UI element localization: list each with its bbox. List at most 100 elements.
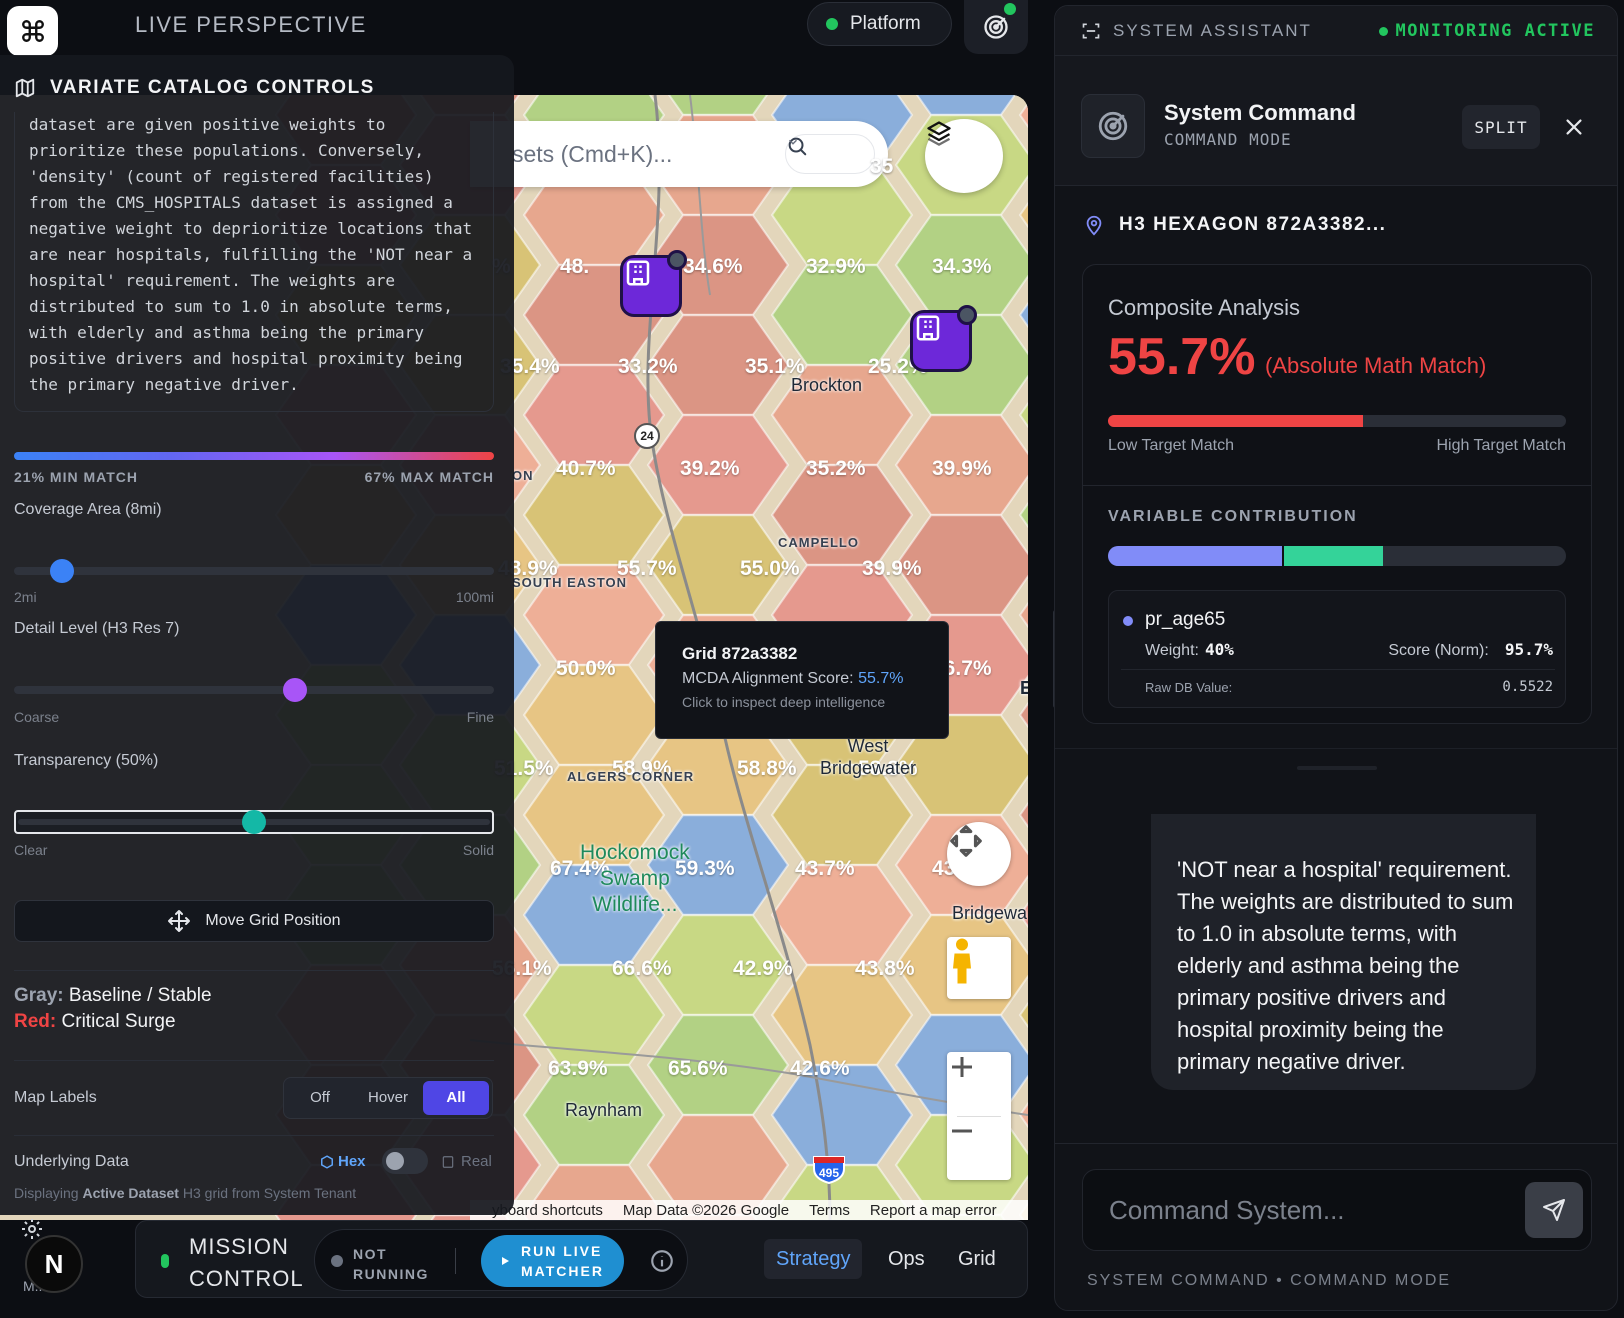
run-status-text: NOT RUNNING: [353, 1246, 429, 1282]
drag-handle[interactable]: [1297, 766, 1377, 770]
run-live-matcher-button[interactable]: RUN LIVE MATCHER: [481, 1235, 624, 1287]
building-icon: [916, 315, 940, 341]
detail-slider-thumb[interactable]: [283, 678, 308, 702]
hex-score-label: 63.9%: [548, 1057, 608, 1080]
high-target-label: High Target Match: [1436, 437, 1566, 454]
rationale-text[interactable]: dataset are given positive weights to pr…: [14, 112, 494, 412]
legend-gray: Gray: Baseline / Stable: [14, 985, 212, 1006]
street-view-pegman[interactable]: [947, 937, 1011, 999]
page-title: LIVE PERSPECTIVE: [135, 12, 367, 37]
minus-icon: [952, 1129, 972, 1133]
info-button[interactable]: [649, 1248, 675, 1279]
hex-score-label: 43.8%: [855, 957, 915, 980]
map-labels-hover[interactable]: Hover: [355, 1081, 421, 1115]
avatar[interactable]: N: [25, 1235, 83, 1293]
zoom-controls: [947, 1052, 1011, 1180]
command-card: System Command COMMAND MODE SPLIT: [1055, 56, 1617, 186]
radar-icon: [984, 15, 1008, 39]
map-labels-toggle: Off Hover All: [283, 1077, 493, 1119]
hexagon-id: H3 HEXAGON 872A3382...: [1119, 214, 1387, 235]
scan-icon: [1082, 23, 1100, 39]
platform-button[interactable]: Platform: [807, 2, 952, 46]
coverage-slider-thumb[interactable]: [50, 559, 75, 583]
place-west-bridgewater: West Bridgewater: [820, 736, 917, 778]
place-raynham: Raynham: [565, 1100, 643, 1120]
hex-score-label: 33.2%: [618, 355, 678, 378]
run-status-dot: [331, 1255, 343, 1267]
composite-subtitle: (Absolute Math Match): [1265, 353, 1487, 378]
hex-score-label: 50.0%: [556, 657, 616, 680]
composite-title: Composite Analysis: [1108, 295, 1300, 320]
panel-title: VARIATE CATALOG CONTROLS: [50, 77, 375, 98]
route-24-shield: 24: [634, 423, 660, 449]
radar-icon: [1098, 111, 1128, 141]
zoom-out-button[interactable]: [947, 1116, 1011, 1180]
matcher-controls: NOT RUNNING RUN LIVE MATCHER: [314, 1229, 688, 1291]
variate-catalog-panel: VARIATE CATALOG CONTROLS dataset are giv…: [0, 55, 514, 1215]
underlying-data-label: Underlying Data: [14, 1153, 129, 1170]
detail-max: Fine: [466, 709, 494, 725]
send-button[interactable]: [1525, 1182, 1583, 1238]
pegman-icon: [953, 938, 971, 984]
map-labels-label: Map Labels: [14, 1089, 97, 1106]
report-error-link[interactable]: Report a map error: [870, 1202, 997, 1219]
map-search-bar[interactable]: sets (Cmd+K)...: [470, 121, 888, 187]
assistant-header: SYSTEM ASSISTANT MONITORING ACTIVE: [1055, 6, 1617, 56]
map-labels-off[interactable]: Off: [287, 1081, 353, 1115]
command-input-box: [1082, 1169, 1592, 1251]
hex-tooltip[interactable]: Grid 872a3382 MCDA Alignment Score: 55.7…: [655, 621, 949, 739]
hex-score-label: 39.9%: [862, 557, 922, 580]
hex-score-label: 66.6%: [612, 957, 672, 980]
building-icon: [442, 1155, 454, 1168]
hex-score-label: 65.6%: [668, 1057, 728, 1080]
app-menu-button[interactable]: [7, 6, 58, 56]
transparency-slider-thumb[interactable]: [242, 810, 266, 834]
transparency-label: Transparency (50%): [14, 752, 159, 769]
mission-control-label: MISSION CONTROL: [189, 1234, 304, 1291]
max-match-label: 67% MAX MATCH: [364, 469, 494, 485]
command-input-area: SYSTEM COMMAND • COMMAND MODE: [1055, 1143, 1617, 1310]
raw-db-value: 0.5522: [1502, 679, 1553, 695]
map-labels-all[interactable]: All: [423, 1081, 489, 1115]
tab-strategy[interactable]: Strategy: [764, 1239, 863, 1279]
radar-button[interactable]: [964, 0, 1028, 54]
tab-ops[interactable]: Ops: [876, 1239, 937, 1279]
hex-option[interactable]: Hex: [320, 1153, 366, 1170]
hospital-marker[interactable]: [910, 305, 977, 372]
transparency-slider[interactable]: [14, 810, 494, 834]
terms-link[interactable]: Terms: [809, 1202, 850, 1219]
notification-dot: [1004, 3, 1016, 15]
mission-control-bar: MISSION CONTROL NOT RUNNING RUN LIVE MAT…: [135, 1220, 1028, 1298]
map-search-input[interactable]: sets (Cmd+K)...: [512, 141, 672, 168]
detail-slider[interactable]: [14, 678, 494, 702]
system-assistant-panel: SYSTEM ASSISTANT MONITORING ACTIVE Syste…: [1054, 5, 1618, 1311]
split-button[interactable]: SPLIT: [1462, 105, 1540, 149]
low-target-label: Low Target Match: [1108, 437, 1234, 454]
move-arrows-icon: [950, 825, 982, 857]
move-grid-button[interactable]: Move Grid Position: [14, 900, 494, 942]
hex-score-label: 40.7%: [556, 457, 616, 480]
hospital-marker[interactable]: [620, 250, 687, 317]
contribution-segment: [1108, 546, 1283, 566]
hex-score-label: 58.8%: [737, 757, 797, 780]
underlying-data-toggle[interactable]: [382, 1148, 428, 1174]
search-button[interactable]: [785, 134, 875, 174]
variable-color-dot: [1123, 616, 1133, 626]
variable-card[interactable]: pr_age65 Weight: 40% Score (Norm): 95.7% R…: [1108, 590, 1566, 708]
coverage-label: Coverage Area (8mi): [14, 501, 162, 518]
layers-button[interactable]: [925, 119, 1003, 193]
map-pan-control[interactable]: [947, 822, 1011, 886]
hex-score-label: 48.: [560, 255, 590, 278]
detail-min: Coarse: [14, 709, 60, 725]
real-option[interactable]: Real: [441, 1153, 492, 1170]
coverage-slider[interactable]: [14, 559, 494, 583]
place-campello: CAMPELLO: [778, 535, 859, 550]
command-input[interactable]: [1109, 1190, 1509, 1230]
place-on: ON: [512, 468, 534, 483]
close-button[interactable]: [1557, 110, 1591, 144]
tab-grid[interactable]: Grid: [946, 1239, 1008, 1279]
info-icon: [651, 1250, 673, 1272]
zoom-in-button[interactable]: [947, 1052, 1011, 1116]
coverage-min: 2mi: [14, 589, 37, 605]
chat-message: 'NOT near a hospital' requirement. The w…: [1151, 814, 1536, 1090]
